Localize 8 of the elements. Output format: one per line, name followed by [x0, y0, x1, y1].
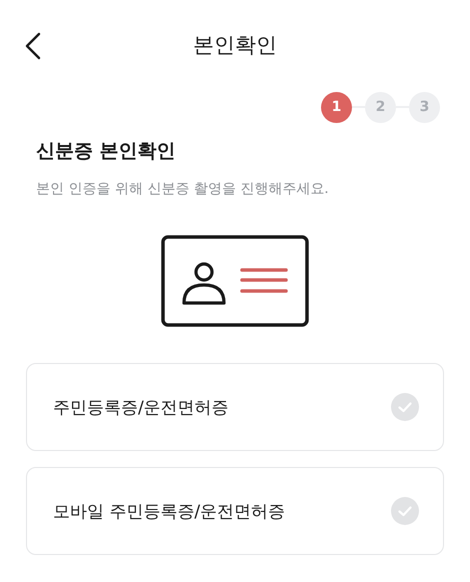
- id-type-option[interactable]: 모바일 주민등록증/운전면허증: [26, 467, 444, 555]
- id-type-option[interactable]: 주민등록증/운전면허증: [26, 363, 444, 451]
- description-text: 본인 인증을 위해 신분증 촬영을 진행해주세요.: [36, 180, 330, 198]
- page-title: 본인확인: [193, 32, 277, 59]
- step-indicator: 2: [365, 92, 396, 122]
- step-indicator: 1: [321, 92, 352, 122]
- step-indicator: 3: [409, 92, 440, 122]
- section-heading: 신분증 본인확인: [36, 139, 177, 164]
